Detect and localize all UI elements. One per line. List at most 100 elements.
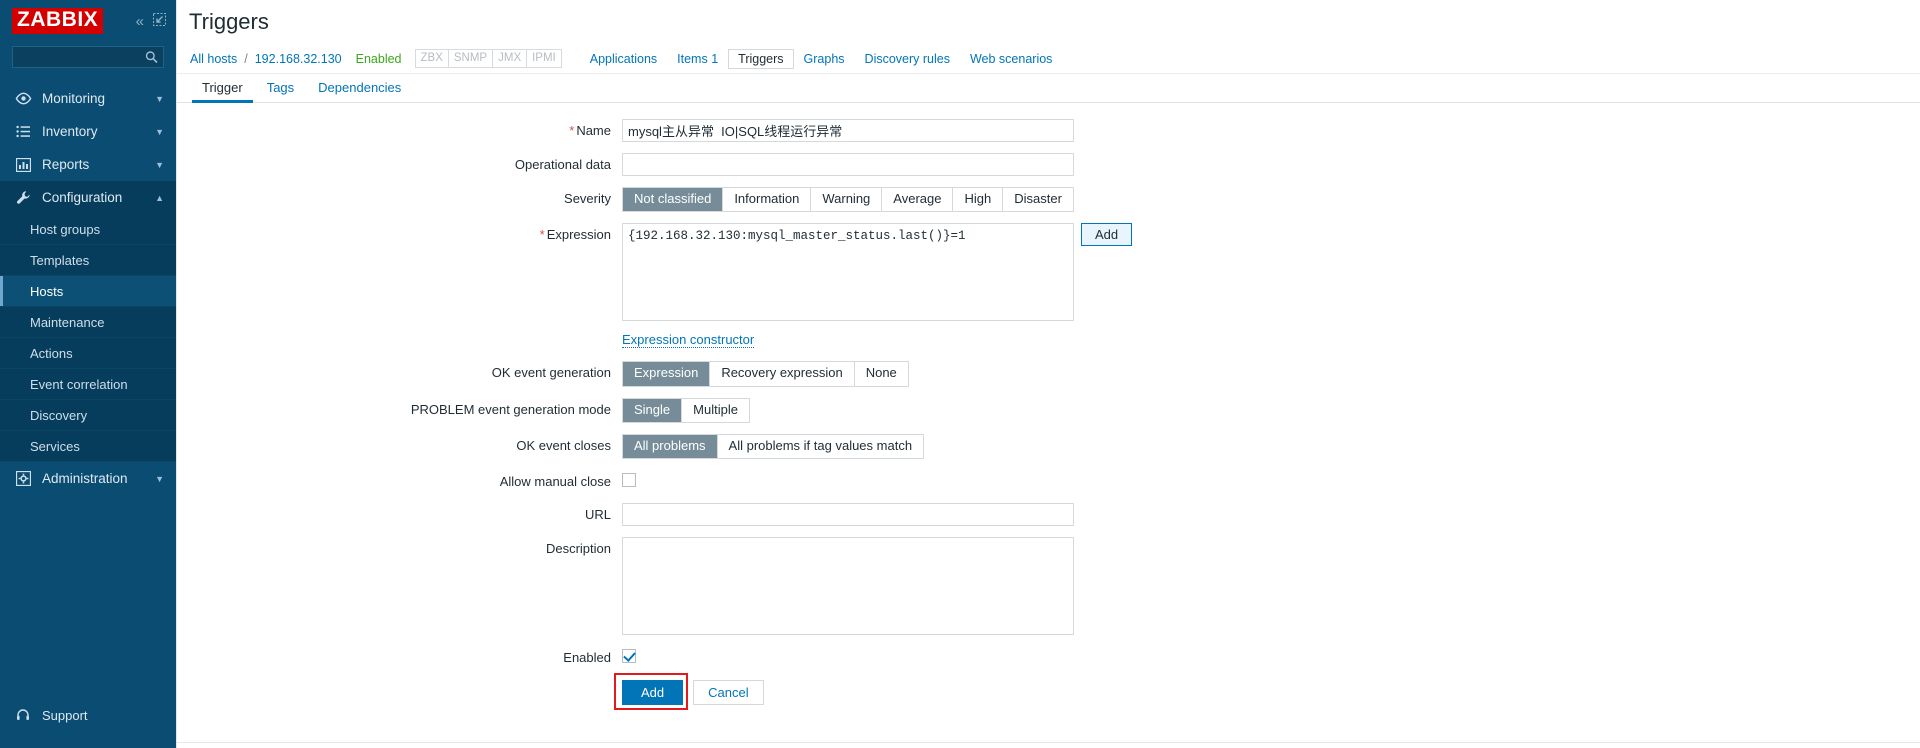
operational-data-input[interactable]	[622, 153, 1074, 176]
chevron-down-icon[interactable]: ▼	[155, 127, 164, 137]
sidebar-item-templates[interactable]: Templates	[0, 245, 176, 276]
chevron-down-icon[interactable]: ▼	[155, 160, 164, 170]
severity-option-information[interactable]: Information	[723, 188, 812, 212]
sidebar-item-event-correlation[interactable]: Event correlation	[0, 369, 176, 400]
main-content: Triggers All hosts / 192.168.32.130 Enab…	[176, 0, 1920, 748]
sidebar-subitem-label: Event correlation	[30, 376, 128, 392]
sidebar-item-discovery[interactable]: Discovery	[0, 400, 176, 431]
url-input[interactable]	[622, 503, 1074, 526]
nav-link-applications[interactable]: Applications	[580, 49, 667, 69]
nav-link-items[interactable]: Items 1	[667, 49, 728, 69]
enabled-label: Enabled	[563, 650, 611, 665]
chevron-down-icon[interactable]: ▼	[155, 474, 164, 484]
expression-label-wrap: * Expression	[177, 223, 622, 242]
nav-link-web-scenarios[interactable]: Web scenarios	[960, 49, 1062, 69]
add-button[interactable]: Add	[622, 680, 684, 705]
cancel-button[interactable]: Cancel	[693, 680, 764, 705]
expression-control: {192.168.32.130:mysql_master_status.last…	[622, 223, 1920, 322]
zabbix-logo[interactable]: ZABBIX	[12, 8, 104, 34]
breadcrumb: All hosts / 192.168.32.130 Enabled ZBX S…	[177, 44, 1920, 74]
chevrons-left-icon[interactable]: «	[136, 14, 144, 29]
sidebar-item-services[interactable]: Services	[0, 431, 176, 462]
ok-event-closes-option-tag-values-match[interactable]: All problems if tag values match	[717, 434, 924, 458]
sidebar-item-inventory[interactable]: Inventory ▼	[0, 115, 176, 148]
form-row-enabled: Enabled	[177, 646, 1920, 665]
sidebar-item-administration[interactable]: Administration ▼	[0, 462, 176, 495]
name-input[interactable]	[622, 119, 1074, 142]
ok-event-generation-option-recovery-expression[interactable]: Recovery expression	[710, 362, 855, 386]
sidebar-submenu-configuration: Host groups Templates Hosts Maintenance …	[0, 214, 176, 462]
breadcrumb-separator: /	[244, 51, 248, 66]
tab-trigger[interactable]: Trigger	[190, 80, 255, 103]
form-row-url: URL	[177, 503, 1920, 526]
sidebar-subitem-label: Hosts	[30, 283, 64, 299]
form-row-allow-manual-close: Allow manual close	[177, 470, 1920, 489]
sidebar-subitem-label: Templates	[30, 252, 90, 268]
protocol-badge-jmx: JMX	[492, 48, 528, 69]
nav-link-graphs[interactable]: Graphs	[794, 49, 855, 69]
sidebar-item-monitoring[interactable]: Monitoring ▼	[0, 82, 176, 115]
nav-link-triggers[interactable]: Triggers	[728, 48, 794, 69]
description-textarea[interactable]	[622, 537, 1074, 635]
ok-event-generation-option-none[interactable]: None	[854, 362, 908, 386]
list-icon	[10, 125, 36, 138]
bar-chart-icon	[10, 157, 36, 172]
compact-view-icon[interactable]	[153, 13, 166, 29]
form-row-severity: Severity Not classified Information Warn…	[177, 187, 1920, 213]
expression-add-button[interactable]: Add	[1081, 223, 1133, 247]
severity-option-disaster[interactable]: Disaster	[1003, 188, 1073, 212]
wrench-icon	[10, 190, 36, 205]
search-box[interactable]	[12, 46, 164, 68]
sidebar-item-support[interactable]: Support	[0, 698, 176, 732]
enabled-checkbox[interactable]	[622, 649, 636, 663]
sidebar-item-label: Monitoring	[42, 91, 106, 106]
ok-event-closes-option-all-problems[interactable]: All problems	[623, 434, 718, 458]
chevron-down-icon[interactable]: ▼	[155, 94, 164, 104]
sidebar-footer: Support	[0, 698, 176, 748]
page-title: Triggers	[189, 9, 269, 34]
sidebar-item-hosts[interactable]: Hosts	[0, 276, 176, 307]
protocol-badge-ipmi: IPMI	[526, 48, 562, 69]
sidebar-subitem-label: Host groups	[30, 221, 101, 237]
severity-option-high[interactable]: High	[953, 188, 1004, 212]
expression-constructor-link[interactable]: Expression constructor	[622, 332, 755, 349]
sidebar-item-host-groups[interactable]: Host groups	[0, 214, 176, 245]
allow-manual-close-control	[622, 470, 1920, 487]
tab-dependencies[interactable]: Dependencies	[306, 80, 413, 102]
form-row-expression: * Expression {192.168.32.130:mysql_master…	[177, 223, 1920, 322]
trigger-form: *Name Operational data Severity Not clas…	[177, 103, 1920, 710]
severity-option-warning[interactable]: Warning	[811, 188, 883, 212]
form-row-operational-data: Operational data	[177, 153, 1920, 176]
sidebar-item-maintenance[interactable]: Maintenance	[0, 307, 176, 338]
host-status-badge[interactable]: Enabled	[356, 52, 402, 66]
form-row-problem-event-generation-mode: PROBLEM event generation mode Single Mul…	[177, 397, 1920, 423]
tab-tags[interactable]: Tags	[255, 80, 306, 102]
url-label: URL	[584, 507, 611, 522]
search-icon[interactable]	[145, 51, 158, 64]
problem-mode-option-single[interactable]: Single	[623, 398, 683, 422]
sidebar-header: ZABBIX «	[0, 0, 176, 42]
page-footer	[177, 742, 1920, 748]
submit-spacer	[177, 680, 622, 684]
chevron-up-icon[interactable]: ▲	[155, 193, 164, 203]
nav-link-discovery-rules[interactable]: Discovery rules	[855, 49, 960, 69]
protocol-badge-snmp: SNMP	[447, 48, 494, 69]
ok-event-generation-option-expression[interactable]: Expression	[623, 362, 711, 386]
sidebar-item-configuration[interactable]: Configuration ▲	[0, 181, 176, 214]
description-label: Description	[545, 541, 611, 556]
search-input[interactable]	[13, 47, 163, 67]
problem-event-generation-mode-label: PROBLEM event generation mode	[410, 401, 611, 417]
sidebar-item-actions[interactable]: Actions	[0, 338, 176, 369]
problem-mode-option-multiple[interactable]: Multiple	[682, 398, 749, 422]
severity-option-average[interactable]: Average	[882, 188, 954, 212]
breadcrumb-all-hosts[interactable]: All hosts	[190, 52, 237, 66]
problem-event-generation-mode-control: Single Multiple	[622, 397, 1920, 423]
name-label-wrap: * Name	[177, 119, 622, 138]
severity-option-not-classified[interactable]: Not classified	[623, 188, 724, 212]
expression-textarea[interactable]: {192.168.32.130:mysql_master_status.last…	[622, 223, 1074, 322]
required-asterisk: *	[569, 123, 575, 138]
expression-label: Expression	[546, 227, 611, 243]
breadcrumb-host[interactable]: 192.168.32.130	[255, 52, 342, 66]
sidebar-item-reports[interactable]: Reports ▼	[0, 148, 176, 181]
allow-manual-close-checkbox[interactable]	[622, 473, 636, 487]
